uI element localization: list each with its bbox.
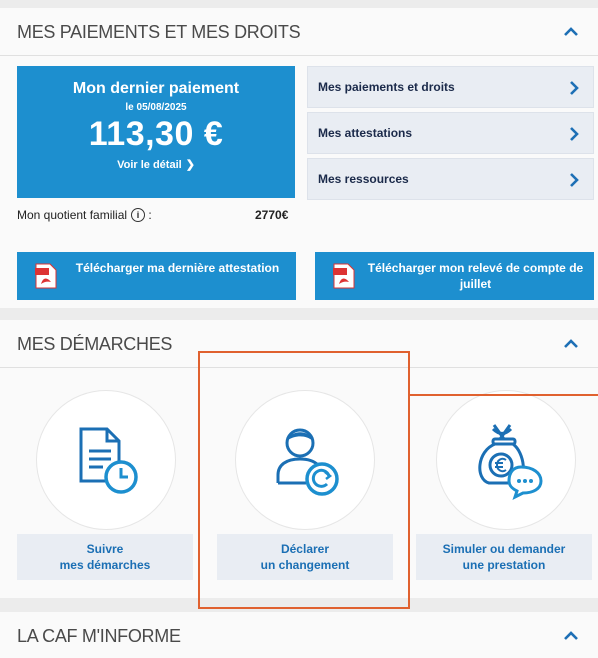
simulate-benefit-line1: Simuler ou demander	[442, 542, 566, 556]
chevron-up-icon[interactable]	[562, 335, 580, 353]
info-section: LA CAF M'INFORME	[0, 612, 598, 658]
quotient-label: Mon quotient familial i :	[17, 208, 152, 222]
highlight-box	[198, 351, 410, 609]
last-payment-card: Mon dernier paiement le 05/08/2025 113,3…	[17, 66, 295, 198]
pdf-icon	[333, 263, 355, 289]
track-demarches-line2: mes démarches	[59, 558, 151, 572]
download-statement-button[interactable]: Télécharger mon relevé de compte de juil…	[315, 252, 594, 300]
payments-section: MES PAIEMENTS ET MES DROITS Mon dernier …	[0, 8, 598, 308]
track-demarches-circle[interactable]	[36, 390, 176, 530]
quotient-value: 2770€	[255, 208, 289, 222]
chevron-up-icon[interactable]	[562, 23, 580, 41]
resources-label: Mes ressources	[318, 172, 409, 186]
chevron-right-icon: ❯	[185, 159, 195, 171]
last-payment-date: le 05/08/2025	[125, 102, 187, 113]
download-attestation-button[interactable]: Télécharger ma dernière attestation	[17, 252, 296, 300]
payment-detail-label: Voir le détail	[117, 159, 182, 171]
payments-rights-label: Mes paiements et droits	[318, 80, 455, 94]
payments-title: MES PAIEMENTS ET MES DROITS	[17, 22, 301, 42]
track-demarches-line1: Suivre	[86, 542, 124, 556]
last-payment-amount: 113,30 €	[88, 115, 224, 153]
chevron-right-icon	[570, 173, 579, 187]
pdf-icon	[35, 263, 57, 289]
resources-link[interactable]: Mes ressources	[307, 158, 594, 200]
chevron-right-icon	[570, 81, 579, 95]
info-title: LA CAF M'INFORME	[17, 626, 181, 646]
download-attestation-label: Télécharger ma dernière attestation	[75, 261, 280, 275]
document-clock-icon	[79, 427, 138, 494]
payments-header[interactable]: MES PAIEMENTS ET MES DROITS	[0, 8, 598, 56]
info-icon[interactable]: i	[131, 208, 146, 222]
attestations-label: Mes attestations	[318, 126, 413, 140]
money-bag-chat-icon	[478, 424, 543, 500]
simulate-benefit-circle[interactable]	[436, 390, 576, 530]
track-demarches-button[interactable]: Suivre mes démarches	[17, 534, 193, 580]
payment-detail-link[interactable]: Voir le détail ❯	[17, 158, 295, 171]
info-header[interactable]: LA CAF M'INFORME	[0, 612, 598, 658]
last-payment-title: Mon dernier paiement	[72, 80, 240, 97]
simulate-benefit-line2: une prestation	[462, 558, 546, 572]
chevron-up-icon[interactable]	[562, 627, 580, 645]
demarches-title: MES DÉMARCHES	[17, 334, 173, 354]
attestations-link[interactable]: Mes attestations	[307, 112, 594, 154]
simulate-benefit-button[interactable]: Simuler ou demander une prestation	[416, 534, 592, 580]
quotient-label-text: Mon quotient familial	[17, 208, 128, 222]
highlight-connector	[410, 394, 598, 396]
payments-rights-link[interactable]: Mes paiements et droits	[307, 66, 594, 108]
download-statement-label: Télécharger mon relevé de compte de juil…	[367, 261, 584, 291]
chevron-right-icon	[570, 127, 579, 141]
